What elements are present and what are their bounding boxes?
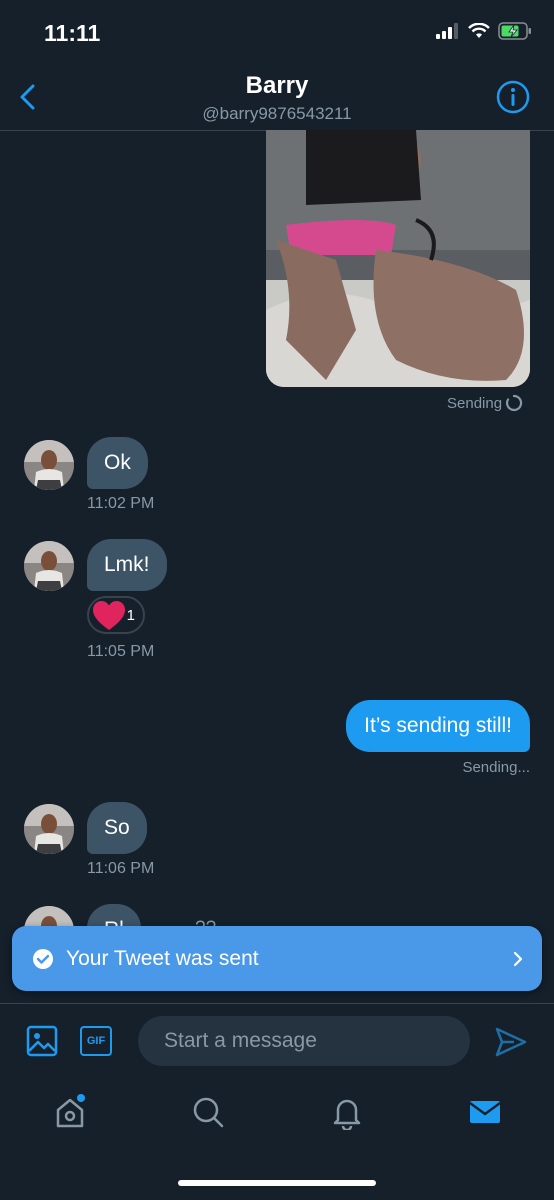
message-timestamp: 11:06 PM bbox=[87, 860, 155, 877]
signal-icon bbox=[436, 23, 458, 39]
home-indicator bbox=[178, 1180, 376, 1186]
toast-message: Your Tweet was sent bbox=[66, 946, 259, 970]
sent-photo[interactable] bbox=[266, 130, 530, 387]
message-timestamp: 11:02 PM bbox=[87, 495, 155, 512]
loading-spinner-icon bbox=[506, 394, 523, 412]
messages-icon[interactable] bbox=[467, 1094, 503, 1130]
checkmark-circle-icon bbox=[33, 948, 53, 969]
chevron-right-icon bbox=[513, 951, 523, 966]
battery-icon bbox=[498, 22, 531, 40]
status-icons bbox=[436, 22, 532, 40]
conversation-title: Barry bbox=[245, 72, 309, 99]
photo-sending-status: Sending bbox=[447, 394, 523, 412]
avatar-image bbox=[24, 440, 74, 490]
photo-sending-label: Sending bbox=[447, 394, 503, 412]
image-icon[interactable] bbox=[26, 1025, 58, 1057]
wifi-icon bbox=[468, 23, 490, 38]
home-icon[interactable] bbox=[52, 1094, 88, 1130]
tweet-sent-toast[interactable]: Your Tweet was sent bbox=[12, 926, 542, 991]
photo-image bbox=[266, 130, 530, 387]
status-time: 11:11 bbox=[44, 20, 101, 46]
message-bubble-incoming[interactable]: Ok bbox=[87, 437, 148, 489]
reaction-count: 1 bbox=[126, 606, 135, 624]
message-sending-status: Sending... bbox=[462, 759, 530, 776]
info-icon[interactable] bbox=[496, 80, 530, 114]
avatar[interactable] bbox=[24, 541, 74, 591]
search-icon[interactable] bbox=[190, 1094, 226, 1130]
avatar-image bbox=[24, 804, 74, 854]
notifications-icon[interactable] bbox=[329, 1094, 365, 1130]
send-icon[interactable] bbox=[494, 1026, 528, 1058]
message-composer: GIF bbox=[0, 1003, 554, 1080]
heart-icon bbox=[93, 601, 125, 630]
avatar[interactable] bbox=[24, 440, 74, 490]
message-bubble-incoming[interactable]: Lmk! bbox=[87, 539, 167, 591]
message-input[interactable] bbox=[138, 1016, 470, 1066]
conversation-header: Barry @barry9876543211 bbox=[0, 60, 554, 131]
gif-label: GIF bbox=[86, 1035, 106, 1047]
message-bubble-outgoing[interactable]: It’s sending still! bbox=[346, 700, 530, 752]
gif-button[interactable]: GIF bbox=[80, 1026, 112, 1056]
avatar-image bbox=[24, 541, 74, 591]
message-bubble-incoming[interactable]: So bbox=[87, 802, 147, 854]
message-timestamp: 11:05 PM bbox=[87, 643, 155, 660]
avatar[interactable] bbox=[24, 804, 74, 854]
conversation-handle: @barry9876543211 bbox=[202, 104, 352, 123]
